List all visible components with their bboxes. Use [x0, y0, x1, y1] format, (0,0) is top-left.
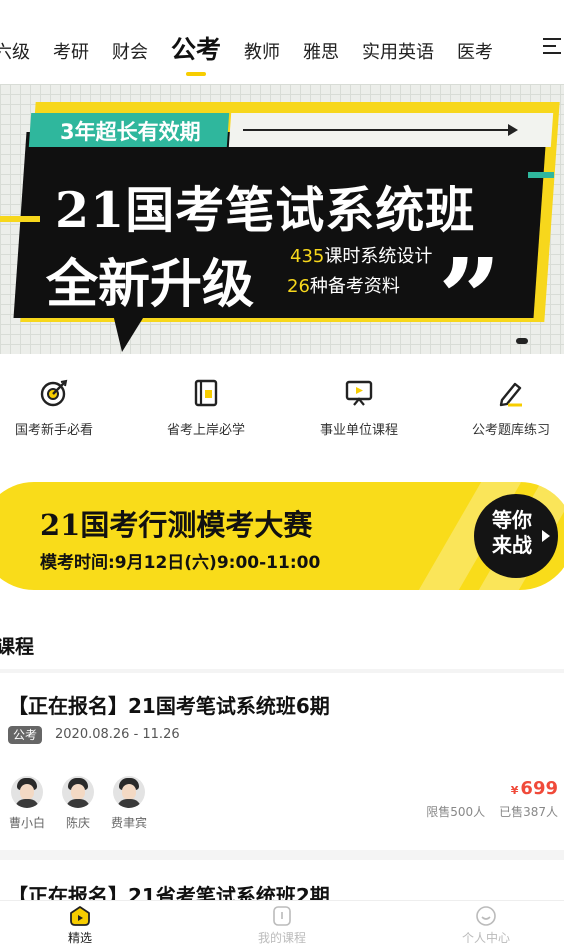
course-category-badge: 公考	[8, 726, 43, 744]
tab-accounting[interactable]: 财会	[112, 38, 148, 64]
tab-practical-english[interactable]: 实用英语	[362, 38, 434, 64]
nav-label: 个人中心	[461, 931, 510, 945]
quick-entry-label: 省考上岸必学	[166, 423, 245, 438]
section-title: 课程	[0, 636, 35, 658]
arrow-right-icon	[243, 129, 513, 131]
notebook-icon	[194, 379, 218, 407]
play-arrow-icon	[542, 530, 550, 542]
section-divider	[0, 669, 564, 673]
feature-2-number: 26	[287, 276, 310, 297]
quote-mark-icon: ”	[438, 234, 502, 354]
quick-entry-label: 公考题库练习	[471, 423, 550, 438]
target-icon	[40, 379, 68, 407]
nav-profile[interactable]: 个人中心	[436, 905, 536, 945]
tab-civil-service[interactable]: 公考	[171, 30, 221, 66]
quick-entry-provincial[interactable]: 省考上岸必学	[141, 372, 271, 438]
avatar	[11, 776, 43, 808]
mock-exam-promo[interactable]: 21国考行测模考大赛 模考时间:9月12日(六)9:00-11:00 等你 来战	[0, 482, 564, 590]
promo-badge-line1: 等你	[492, 508, 532, 532]
banner-title: 21国考笔试系统班	[55, 181, 476, 239]
promo-badge-text: 等你 来战	[486, 508, 538, 558]
tab-teacher[interactable]: 教师	[244, 38, 280, 64]
avatar	[113, 776, 145, 808]
menu-icon[interactable]	[543, 38, 561, 54]
currency-symbol: ¥	[510, 784, 519, 797]
course-title: 【正在报名】21国考笔试系统班6期	[8, 694, 330, 718]
presentation-icon	[345, 380, 373, 406]
hero-banner[interactable]: 3年超长有效期 21国考笔试系统班 全新升级 435课时系统设计 26种备考资料…	[0, 84, 564, 354]
feature-1-number: 435	[290, 246, 325, 267]
teacher-name: 费聿宾	[110, 816, 147, 830]
course-date-range: 2020.08.26 - 11.26	[55, 727, 180, 742]
profile-icon	[476, 906, 496, 926]
sales-limit: 限售500人	[426, 805, 486, 819]
banner-tag: 3年超长有效期	[60, 120, 201, 144]
tab-medical[interactable]: 医考	[457, 38, 493, 64]
nav-label: 精选	[67, 931, 92, 945]
quick-entry-beginner[interactable]: 国考新手必看	[0, 372, 119, 438]
price-value: 699	[520, 778, 558, 799]
banner-accent-right	[528, 172, 554, 178]
tab-ielts[interactable]: 雅思	[303, 38, 339, 64]
quick-entry-question-bank[interactable]: 公考题库练习	[446, 372, 564, 438]
teacher[interactable]: 费聿宾	[109, 776, 149, 831]
teacher[interactable]: 陈庆	[58, 776, 98, 831]
quick-entry-public-institution[interactable]: 事业单位课程	[294, 372, 424, 438]
card-separator	[0, 850, 564, 860]
feature-1-text: 课时系统设计	[324, 246, 433, 267]
nav-my-courses[interactable]: 我的课程	[232, 905, 332, 945]
promo-subtitle: 模考时间:9月12日(六)9:00-11:00	[40, 553, 321, 573]
teacher[interactable]: 曹小白	[7, 776, 47, 831]
arrow-head-icon	[508, 124, 518, 136]
feature-2-text: 种备考资料	[309, 276, 400, 297]
promo-badge-line2: 来战	[492, 533, 532, 557]
carousel-indicator[interactable]	[516, 338, 528, 344]
teacher-name: 曹小白	[8, 816, 45, 830]
course-sales-info: 限售500人 已售387人	[426, 803, 558, 820]
banner-feature-1: 435课时系统设计	[290, 242, 432, 268]
nav-featured[interactable]: 精选	[30, 905, 130, 945]
pencil-icon	[499, 382, 522, 407]
category-tabs: 六级 考研 财会 公考 教师 雅思 实用英语 医考	[0, 30, 516, 66]
sales-sold: 已售387人	[499, 805, 558, 819]
banner-accent-left	[0, 216, 40, 222]
bottom-nav: 精选 我的课程 个人中心	[0, 900, 564, 945]
tab-cet6[interactable]: 六级	[0, 38, 30, 64]
category-nav: 六级 考研 财会 公考 教师 雅思 实用英语 医考	[0, 0, 564, 84]
quick-entry-row: 国考新手必看 省考上岸必学 事业单位课程 公考题库练习	[0, 372, 564, 442]
avatar	[62, 776, 94, 808]
tab-kaoyan[interactable]: 考研	[53, 38, 89, 64]
quick-entry-label: 事业单位课程	[319, 423, 398, 438]
promo-title: 21国考行测模考大赛	[40, 508, 313, 542]
course-price: ¥699	[511, 778, 558, 799]
banner-feature-2: 26种备考资料	[287, 272, 400, 298]
banner-subtitle: 全新升级	[46, 254, 255, 315]
play-icon	[70, 906, 90, 926]
teacher-name: 陈庆	[65, 816, 90, 830]
quick-entry-label: 国考新手必看	[14, 423, 93, 438]
courses-icon	[273, 906, 291, 926]
nav-label: 我的课程	[257, 931, 306, 945]
promo-join-button[interactable]: 等你 来战	[474, 494, 558, 578]
